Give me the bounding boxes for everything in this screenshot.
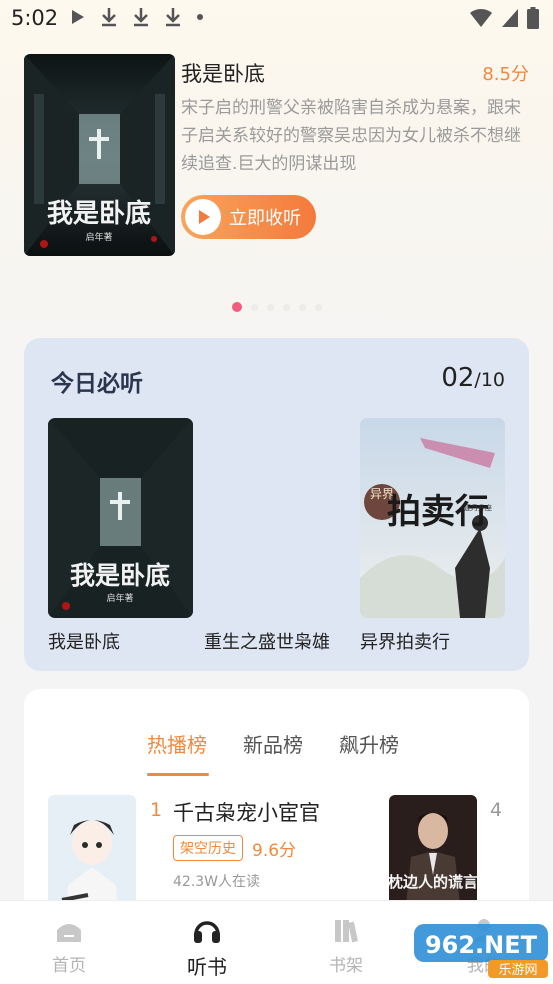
- nav-home[interactable]: 首页: [34, 915, 104, 976]
- today-book-cover[interactable]: 异界 拍卖行 逐月升座: [360, 418, 505, 618]
- genre-tag: 架空历史: [173, 835, 243, 861]
- play-store-icon: [72, 10, 84, 24]
- today-book-cover[interactable]: 我是卧底 启年著: [48, 418, 193, 618]
- listen-now-label: 立即收听: [229, 208, 301, 229]
- download-icon: [102, 8, 116, 27]
- today-cover-title: 拍卖行: [387, 492, 489, 532]
- today-cover-title: 我是卧底: [70, 561, 170, 590]
- headphones-icon: [172, 915, 242, 945]
- today-book-title[interactable]: 我是卧底: [48, 628, 193, 654]
- today-must-listen-card: 今日必听 02/10 我是卧底 启年著 我是卧底 重生之盛世枭雄 异界 拍卖行 …: [24, 338, 529, 671]
- today-cover-author: 逐月升座: [464, 503, 492, 512]
- banner-book-cover[interactable]: 我是卧底 启年著: [24, 54, 175, 256]
- battery-icon: [527, 7, 539, 29]
- nav-home-label: 首页: [52, 956, 86, 976]
- tab-new[interactable]: 新品榜: [243, 729, 303, 758]
- today-book-item[interactable]: 我是卧底 启年著 我是卧底: [48, 418, 193, 654]
- today-section-title: 今日必听: [51, 371, 143, 397]
- download-icon: [134, 8, 148, 27]
- play-icon: [185, 199, 221, 235]
- banner-cover-title: 我是卧底: [47, 198, 151, 229]
- banner-cover-author: 启年著: [85, 231, 112, 243]
- watermark-sub: 乐游网: [498, 963, 537, 978]
- status-time: 5:02: [11, 6, 59, 30]
- today-book-title[interactable]: 异界拍卖行: [360, 628, 505, 654]
- carousel-dot: [251, 303, 258, 311]
- carousel-dot: [315, 303, 322, 311]
- rank-book-readers: 42.3W人在读: [173, 874, 261, 890]
- banner-book-score: 8.5分: [482, 64, 529, 85]
- carousel-dot: [283, 303, 290, 311]
- rank-book-score: 9.6分: [252, 841, 297, 861]
- today-counter-total: /10: [474, 369, 505, 391]
- bookshelf-icon: [311, 915, 381, 945]
- nav-listen[interactable]: 听书: [172, 915, 242, 980]
- rank-cover-title: 枕边人的谎言: [389, 873, 477, 891]
- today-book-item[interactable]: 异界 拍卖行 逐月升座 异界拍卖行: [360, 418, 505, 654]
- featured-banner[interactable]: 我是卧底 启年著 我是卧底 8.5分 宋子启的刑警父亲被陷害自杀成为悬案，跟宋子…: [24, 54, 529, 256]
- carousel-indicator: [232, 302, 322, 312]
- status-bar: 5:02: [0, 0, 553, 36]
- nav-listen-label: 听书: [187, 955, 227, 979]
- site-watermark-logo: 962.NET 乐游网: [412, 918, 552, 980]
- today-book-item[interactable]: 重生之盛世枭雄: [204, 618, 349, 654]
- watermark-brand: 962.NET: [425, 931, 538, 959]
- listen-now-button[interactable]: 立即收听: [181, 195, 316, 239]
- ranking-tabs: 热播榜 新品榜 飙升榜: [147, 729, 399, 758]
- nav-bookshelf[interactable]: 书架: [311, 915, 381, 976]
- home-icon: [34, 915, 104, 945]
- rank-book-title[interactable]: 千古枭宠小宦官: [173, 797, 320, 827]
- nav-bookshelf-label: 书架: [329, 956, 363, 976]
- carousel-dot: [267, 303, 274, 311]
- signal-icon: [502, 9, 518, 27]
- carousel-dot-active: [232, 302, 242, 312]
- rank-number: 4: [490, 799, 503, 821]
- today-book-title[interactable]: 重生之盛世枭雄: [204, 628, 349, 654]
- banner-book-description: 宋子启的刑警父亲被陷害自杀成为悬案，跟宋子启关系较好的警察吴忠因为女儿被杀不想继…: [181, 98, 521, 174]
- ranking-card: 热播榜 新品榜 飙升榜 1 千古枭宠小宦官 架空历史 9.6分 42.3W人在读…: [24, 689, 529, 929]
- today-counter-current: 02: [441, 363, 475, 393]
- more-notifications-dot-icon: [197, 14, 203, 20]
- download-icon: [166, 8, 180, 27]
- today-page-counter: 02/10: [441, 363, 505, 393]
- banner-book-title[interactable]: 我是卧底: [181, 58, 265, 88]
- status-notifications: [70, 7, 204, 27]
- rank-number: 1: [150, 799, 163, 821]
- carousel-dot: [299, 303, 306, 311]
- active-tab-indicator: [147, 773, 209, 776]
- wifi-icon: [470, 8, 492, 27]
- rank-book-cover[interactable]: 枕边人的谎言: [389, 795, 477, 915]
- tab-hot[interactable]: 热播榜: [147, 729, 207, 758]
- today-cover-author: 启年著: [106, 592, 133, 604]
- rank-book-cover[interactable]: [48, 795, 136, 915]
- tab-rising[interactable]: 飙升榜: [339, 729, 399, 758]
- status-system-icons: [469, 7, 539, 29]
